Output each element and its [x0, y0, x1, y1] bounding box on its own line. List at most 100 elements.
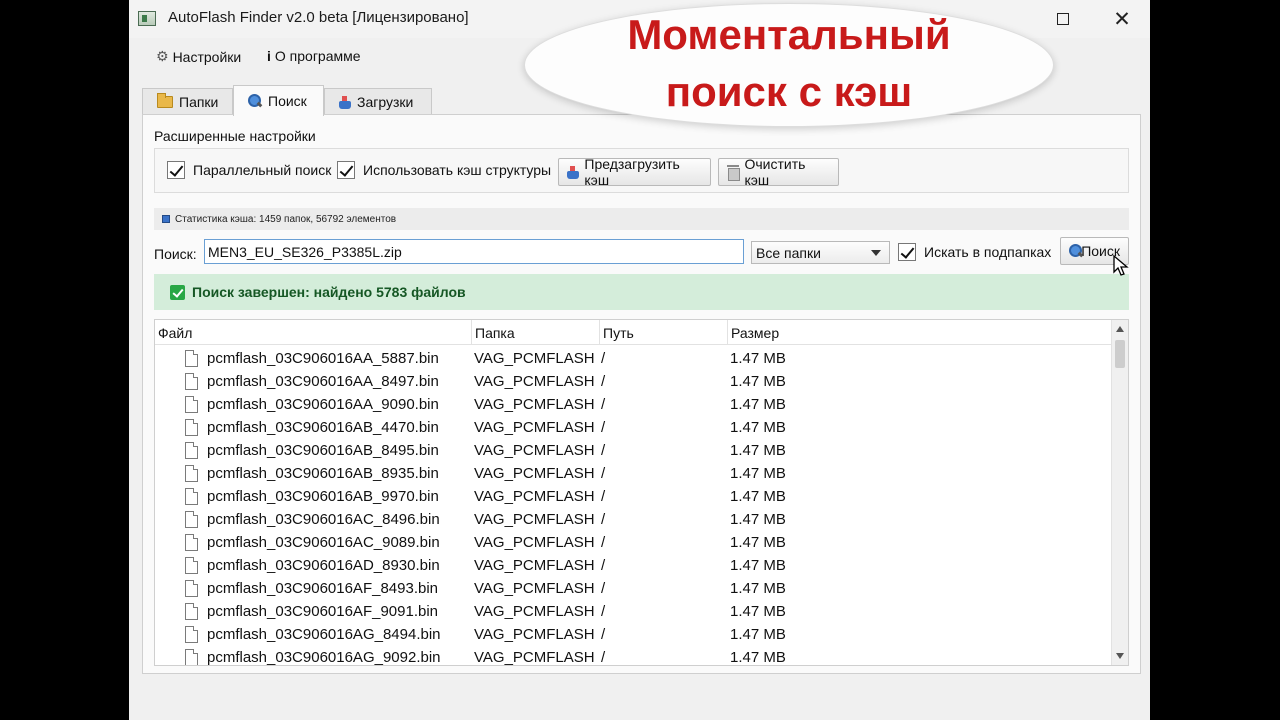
status-text: Поиск завершен: найдено 5783 файлов — [192, 284, 466, 300]
cell-folder: VAG_PCMFLASH — [474, 373, 595, 390]
cell-folder: VAG_PCMFLASH — [474, 511, 595, 528]
file-icon — [185, 488, 198, 505]
file-icon — [185, 580, 198, 597]
subfolders-label: Искать в подпапках — [924, 244, 1052, 260]
cell-size: 1.47 MB — [730, 396, 786, 413]
table-row[interactable]: pcmflash_03C906016AB_9970.bin VAG_PCMFLAS… — [155, 486, 1112, 509]
use-cache-checkbox[interactable]: Использовать кэш структуры — [337, 161, 551, 179]
table-row[interactable]: pcmflash_03C906016AG_8494.bin VAG_PCMFLAS… — [155, 624, 1112, 647]
table-row[interactable]: pcmflash_03C906016AF_9091.bin VAG_PCMFLAS… — [155, 601, 1112, 624]
table-row[interactable]: pcmflash_03C906016AC_8496.bin VAG_PCMFLAS… — [155, 509, 1112, 532]
preload-cache-button[interactable]: Предзагрузить кэш — [558, 156, 711, 188]
cache-stats: Статистика кэша: 1459 папок, 56792 элеме… — [154, 208, 1129, 230]
cell-file: pcmflash_03C906016AA_8497.bin — [207, 373, 439, 390]
chevron-down-icon — [871, 250, 881, 256]
cell-path: / — [601, 419, 606, 436]
menu-about-label: О программе — [274, 48, 361, 64]
search-input[interactable] — [204, 239, 744, 264]
cell-file: pcmflash_03C906016AF_8493.bin — [207, 580, 438, 597]
cell-path: / — [601, 557, 606, 574]
folder-icon — [157, 93, 173, 108]
advanced-settings-group: Параллельный поиск Использовать кэш стру… — [154, 148, 1129, 193]
status-message: Поиск завершен: найдено 5783 файлов — [154, 274, 1129, 310]
close-button[interactable]: ✕ — [1100, 4, 1144, 34]
cell-path: / — [601, 442, 606, 459]
cell-size: 1.47 MB — [730, 488, 786, 505]
file-icon — [185, 603, 198, 620]
promo-line-1: Моментальный — [627, 11, 951, 58]
advanced-settings-title: Расширенные настройки — [154, 128, 316, 144]
folder-scope-select[interactable]: Все папки — [751, 241, 890, 264]
cell-folder: VAG_PCMFLASH — [474, 488, 595, 505]
cell-size: 1.47 MB — [730, 580, 786, 597]
cell-path: / — [601, 511, 606, 528]
disk-icon — [162, 215, 170, 223]
menu-about[interactable]: i О программе — [267, 48, 361, 64]
cell-file: pcmflash_03C906016AB_9970.bin — [207, 488, 439, 505]
column-header-path[interactable]: Путь — [600, 320, 728, 345]
vertical-scrollbar[interactable] — [1111, 320, 1128, 665]
menu-settings-label: Настройки — [172, 48, 242, 65]
table-row[interactable]: pcmflash_03C906016AA_5887.bin VAG_PCMFLAS… — [155, 348, 1112, 371]
cell-size: 1.47 MB — [730, 603, 786, 620]
checkmark-icon — [170, 284, 185, 300]
table-row[interactable]: pcmflash_03C906016AA_9090.bin VAG_PCMFLAS… — [155, 394, 1112, 417]
clear-cache-label: Очистить кэш — [744, 156, 806, 188]
tab-downloads[interactable]: Загрузки — [324, 88, 432, 115]
file-icon — [185, 442, 198, 459]
table-row[interactable]: pcmflash_03C906016AD_8930.bin VAG_PCMFLAS… — [155, 555, 1112, 578]
scroll-thumb[interactable] — [1115, 340, 1125, 368]
tab-folders[interactable]: Папки — [142, 88, 233, 115]
menu-settings[interactable]: ⚙ Настройки — [156, 48, 241, 65]
search-icon — [1069, 244, 1083, 258]
table-row[interactable]: pcmflash_03C906016AB_4470.bin VAG_PCMFLAS… — [155, 417, 1112, 440]
column-header-size[interactable]: Размер — [728, 320, 1112, 345]
cell-path: / — [601, 534, 606, 551]
parallel-search-checkbox[interactable]: Параллельный поиск — [167, 161, 331, 179]
table-header: Файл Папка Путь Размер — [155, 320, 1112, 345]
subfolders-checkbox[interactable]: Искать в подпапках — [898, 243, 1051, 261]
cell-path: / — [601, 603, 606, 620]
maximize-icon — [1057, 13, 1069, 25]
checkbox-checked-icon — [898, 243, 916, 261]
cell-folder: VAG_PCMFLASH — [474, 442, 595, 459]
cell-file: pcmflash_03C906016AF_9091.bin — [207, 603, 438, 620]
table-row[interactable]: pcmflash_03C906016AF_8493.bin VAG_PCMFLAS… — [155, 578, 1112, 601]
file-icon — [185, 511, 198, 528]
cell-file: pcmflash_03C906016AA_5887.bin — [207, 350, 439, 367]
table-row[interactable]: pcmflash_03C906016AB_8495.bin VAG_PCMFLAS… — [155, 440, 1112, 463]
table-row[interactable]: pcmflash_03C906016AC_9089.bin VAG_PCMFLAS… — [155, 532, 1112, 555]
cell-file: pcmflash_03C906016AD_8930.bin — [207, 557, 440, 574]
cell-file: pcmflash_03C906016AB_4470.bin — [207, 419, 439, 436]
cell-file: pcmflash_03C906016AB_8935.bin — [207, 465, 439, 482]
search-panel: Расширенные настройки Параллельный поиск… — [142, 114, 1141, 674]
scroll-down-icon[interactable] — [1116, 653, 1124, 659]
tab-search[interactable]: Поиск — [233, 85, 324, 116]
cell-file: pcmflash_03C906016AG_9092.bin — [207, 649, 441, 666]
scroll-up-icon[interactable] — [1116, 326, 1124, 332]
table-row[interactable]: pcmflash_03C906016AA_8497.bin VAG_PCMFLAS… — [155, 371, 1112, 394]
cell-file: pcmflash_03C906016AG_8494.bin — [207, 626, 441, 643]
cell-path: / — [601, 488, 606, 505]
column-header-folder[interactable]: Папка — [472, 320, 600, 345]
file-icon — [185, 557, 198, 574]
table-row[interactable]: pcmflash_03C906016AB_8935.bin VAG_PCMFLAS… — [155, 463, 1112, 486]
cell-path: / — [601, 465, 606, 482]
cell-folder: VAG_PCMFLASH — [474, 626, 595, 643]
cell-size: 1.47 MB — [730, 350, 786, 367]
file-icon — [185, 465, 198, 482]
tab-folders-label: Папки — [179, 94, 219, 110]
cell-size: 1.47 MB — [730, 626, 786, 643]
column-header-file[interactable]: Файл — [155, 320, 472, 345]
trash-icon — [727, 165, 741, 181]
table-row[interactable]: pcmflash_03C906016AG_9092.bin VAG_PCMFLAS… — [155, 647, 1112, 666]
clear-cache-button[interactable]: Очистить кэш — [718, 156, 839, 188]
cell-folder: VAG_PCMFLASH — [474, 419, 595, 436]
parallel-search-label: Параллельный поиск — [193, 162, 332, 178]
tab-downloads-label: Загрузки — [357, 94, 414, 110]
checkbox-checked-icon — [167, 161, 185, 179]
cell-folder: VAG_PCMFLASH — [474, 580, 595, 597]
file-icon — [185, 373, 198, 390]
cell-folder: VAG_PCMFLASH — [474, 557, 595, 574]
cell-size: 1.47 MB — [730, 534, 786, 551]
